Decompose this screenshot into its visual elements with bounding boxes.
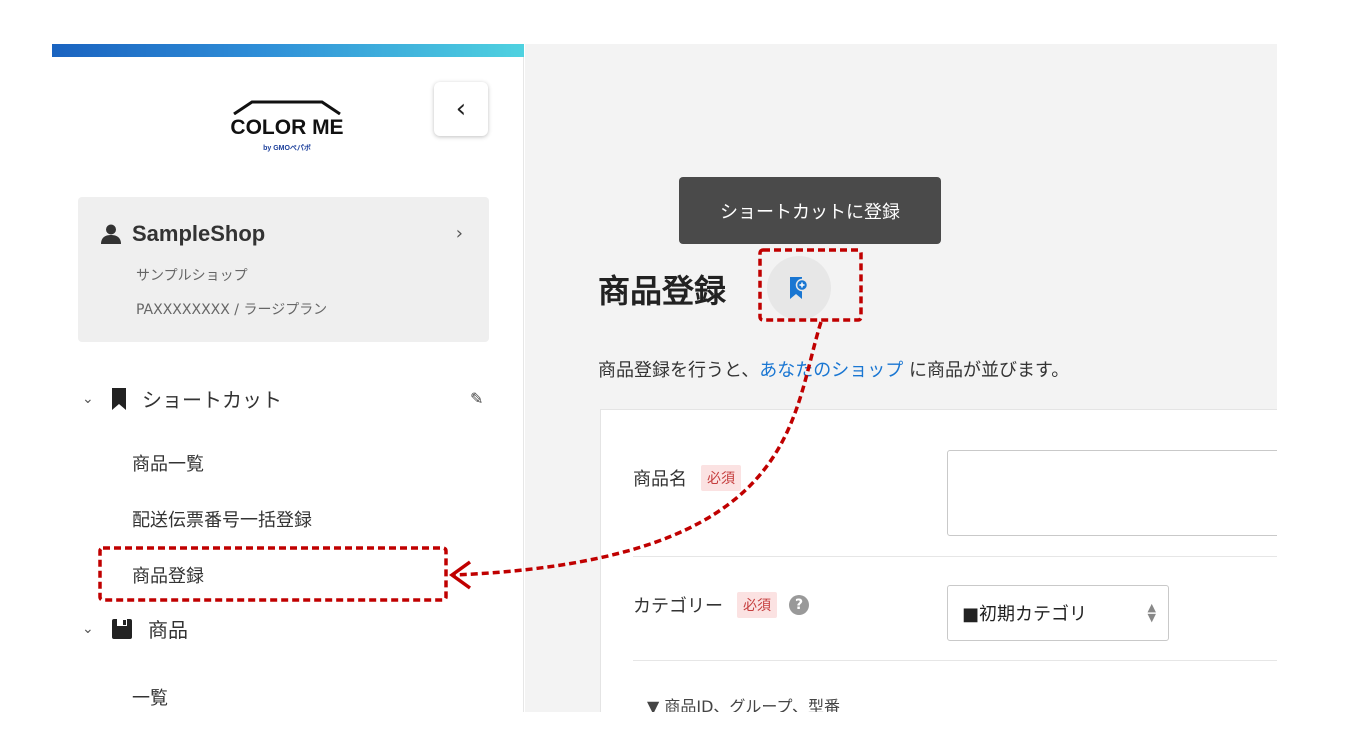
chevron-right-icon: ›: [455, 223, 463, 244]
divider: [633, 556, 1277, 557]
sidebar-item-shipping-bulk[interactable]: 配送伝票番号一括登録: [132, 506, 312, 532]
product-name-label: 商品名 必須: [633, 465, 741, 491]
product-form: 商品名 必須 カテゴリー 必須 ? ■初期カテゴリ ▲ ▼ ▼ 商品ID、グループ…: [600, 409, 1277, 712]
chevron-down-icon: ⌄: [82, 390, 94, 407]
shortcut-section-header[interactable]: ⌄ ショートカット: [82, 384, 282, 413]
brand-gradient-bar: [52, 44, 524, 57]
product-section-header[interactable]: ⌄ 商品: [82, 614, 188, 643]
chevron-down-icon: ⌄: [82, 620, 94, 637]
intro-before: 商品登録を行うと、: [598, 360, 760, 381]
page-title: 商品登録: [598, 272, 727, 310]
required-badge: 必須: [737, 592, 777, 618]
intro-text: 商品登録を行うと、あなたのショップ に商品が並びます。: [598, 356, 1069, 382]
sidebar-item-product-register[interactable]: 商品登録: [132, 562, 204, 588]
product-name-input[interactable]: [947, 450, 1277, 536]
logo-subtext: by GMOペパボ: [263, 145, 311, 152]
product-section-label: 商品: [148, 618, 188, 642]
collapse-sidebar-button[interactable]: ‹: [434, 82, 488, 136]
color-me-logo[interactable]: COLOR ME by GMOペパボ: [222, 99, 352, 159]
sidebar-item-product-all[interactable]: 一覧: [132, 684, 168, 710]
bookmark-add-icon: [790, 277, 808, 299]
select-arrows-icon: ▲ ▼: [1147, 601, 1156, 624]
your-shop-link[interactable]: あなたのショップ: [759, 360, 903, 381]
pencil-icon[interactable]: ✎: [470, 389, 483, 408]
user-icon: [101, 224, 121, 244]
logo-roof-icon: [233, 100, 341, 115]
sidebar: COLOR ME by GMOペパボ ‹ SampleShop › サンプルショ…: [52, 44, 524, 712]
shortcut-tooltip: ショートカットに登録: [679, 177, 941, 244]
main-content: ショートカットに登録 商品登録 商品登録を行うと、あなたのショップ に商品が並び…: [525, 44, 1277, 712]
shop-name: SampleShop: [132, 221, 266, 246]
category-select[interactable]: ■初期カテゴリ ▲ ▼: [947, 585, 1169, 641]
shortcut-section-label: ショートカット: [142, 388, 282, 412]
sidebar-item-product-list[interactable]: 商品一覧: [132, 450, 204, 476]
required-badge: 必須: [701, 465, 741, 491]
chevron-left-icon: ‹: [455, 94, 467, 124]
intro-after: に商品が並びます。: [903, 360, 1070, 381]
shop-card[interactable]: SampleShop › サンプルショップ PAXXXXXXXX / ラージプラ…: [78, 197, 489, 342]
bookmark-icon: [112, 387, 126, 410]
logo-wordmark: COLOR ME: [230, 116, 344, 139]
category-label: カテゴリー 必須 ?: [633, 592, 809, 618]
divider: [633, 660, 1277, 661]
category-label-text: カテゴリー: [633, 596, 723, 617]
shop-kana: サンプルショップ: [136, 268, 248, 284]
app-frame: COLOR ME by GMOペパボ ‹ SampleShop › サンプルショ…: [52, 44, 1277, 712]
shop-plan: PAXXXXXXXX / ラージプラン: [136, 302, 328, 318]
category-select-value: ■初期カテゴリ: [962, 604, 1088, 625]
save-disk-icon: [112, 618, 132, 639]
advanced-fields-toggle[interactable]: ▼ 商品ID、グループ、型番: [647, 693, 840, 712]
help-icon[interactable]: ?: [789, 595, 809, 615]
add-shortcut-button[interactable]: [767, 256, 831, 320]
product-name-label-text: 商品名: [633, 469, 687, 490]
